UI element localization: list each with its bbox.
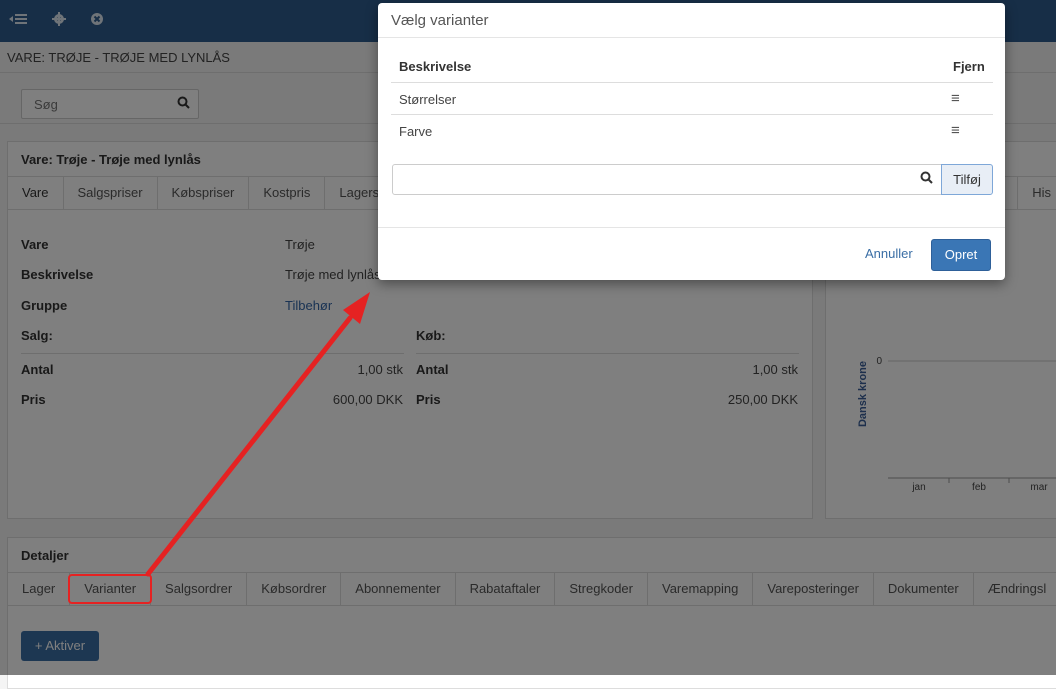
choose-variants-dialog: Vælg varianter Beskrivelse Fjern Størrel…: [378, 3, 1005, 280]
variant-search-field[interactable]: [392, 164, 942, 195]
dialog-footer-divider: [378, 227, 1005, 228]
create-button[interactable]: Opret: [931, 239, 991, 271]
variant-row: Farve ≡: [391, 114, 993, 147]
cancel-button[interactable]: Annuller: [865, 246, 913, 261]
hamburger-icon[interactable]: ≡: [951, 122, 960, 139]
variant-name: Farve: [399, 124, 433, 139]
add-variant-button[interactable]: Tilføj: [941, 164, 993, 195]
variant-name: Størrelser: [399, 92, 457, 107]
dialog-title: Vælg varianter: [391, 12, 489, 29]
hamburger-icon[interactable]: ≡: [951, 90, 960, 107]
dialog-header: Vælg varianter: [378, 3, 1005, 38]
search-icon[interactable]: [920, 171, 933, 187]
variant-row: Størrelser ≡: [391, 82, 993, 115]
col-description-header: Beskrivelse: [399, 59, 472, 74]
col-remove-header: Fjern: [953, 59, 985, 74]
